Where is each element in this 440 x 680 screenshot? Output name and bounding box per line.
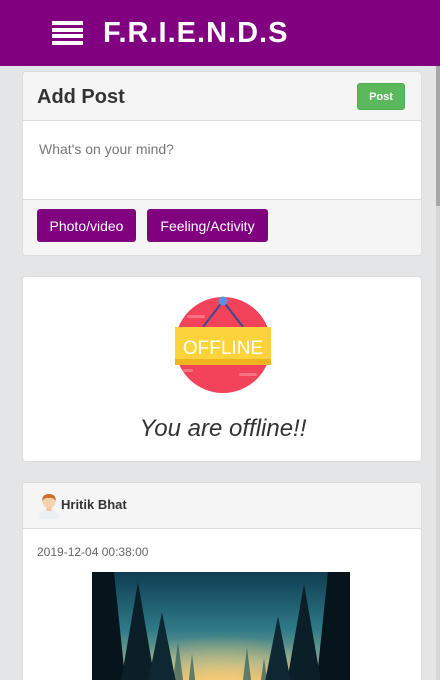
add-post-title: Add Post xyxy=(37,86,125,108)
feeling-activity-button[interactable]: Feeling/Activity xyxy=(147,209,268,242)
post-button[interactable]: Post xyxy=(357,83,405,110)
post-timestamp: 2019-12-04 00:38:00 xyxy=(37,545,149,559)
add-post-card: Add Post Post What's on your mind? Photo… xyxy=(22,71,422,256)
post-text-input[interactable]: What's on your mind? xyxy=(23,121,421,200)
add-post-header: Add Post Post xyxy=(23,72,421,121)
photo-video-button[interactable]: Photo/video xyxy=(37,209,136,242)
hamburger-menu-icon[interactable] xyxy=(52,21,83,45)
post-author-name[interactable]: Hritik Bhat xyxy=(61,497,127,512)
offline-sign-text: OFFLINE xyxy=(183,338,263,359)
offline-message: You are offline!! xyxy=(139,415,307,442)
top-navbar: F.R.I.E.N.D.S xyxy=(0,0,440,66)
post-card: Hritik Bhat 2019-12-04 00:38:00 xyxy=(22,482,422,680)
offline-sign-icon: OFFLINE xyxy=(175,296,271,393)
scrollbar-thumb[interactable] xyxy=(436,66,440,206)
post-header: Hritik Bhat xyxy=(23,483,421,529)
forest-sunset-image xyxy=(92,572,350,680)
add-post-footer: Photo/video Feeling/Activity xyxy=(23,200,421,255)
offline-card: OFFLINE You are offline!! xyxy=(22,276,422,462)
user-avatar-icon[interactable] xyxy=(37,491,61,519)
brand-title[interactable]: F.R.I.E.N.D.S xyxy=(103,15,288,51)
